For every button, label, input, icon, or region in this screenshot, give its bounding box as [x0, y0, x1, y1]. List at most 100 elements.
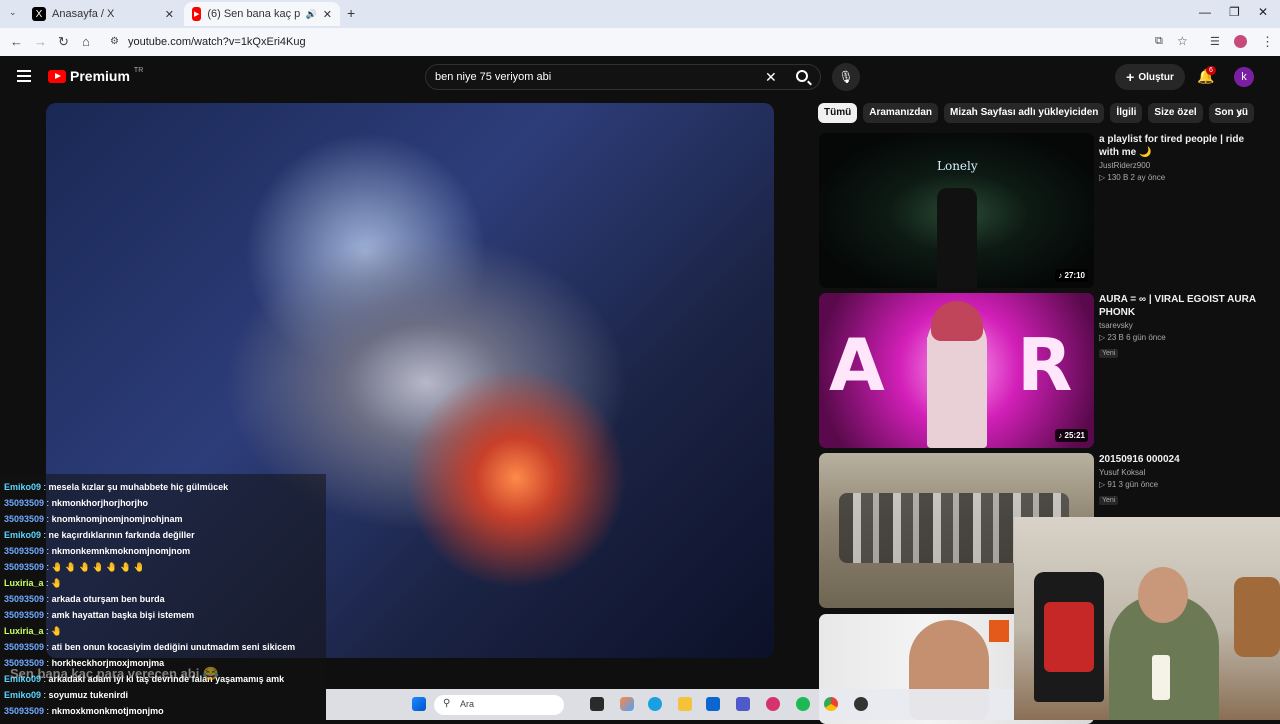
outlook-icon[interactable] — [706, 697, 720, 711]
chip-from-search[interactable]: Aramanızdan — [863, 103, 939, 123]
close-tab-icon[interactable]: ✕ — [323, 8, 332, 21]
chat-username: Luxiria_a — [4, 578, 44, 588]
tab-title: Anasayfa / X — [52, 8, 115, 20]
chat-username: Emiko09 — [4, 482, 42, 492]
browser-menu-icon[interactable]: ⋮ — [1261, 34, 1274, 50]
url-field[interactable]: youtube.com/watch?v=1kQxEri4Kug — [128, 36, 306, 48]
minimize-icon[interactable]: — — [1199, 5, 1211, 19]
opera-icon[interactable] — [766, 697, 780, 711]
cup — [1152, 655, 1170, 700]
video-title[interactable]: AURA = ∞ | VIRAL EGOIST AURA PHONK — [1099, 293, 1259, 319]
youtube-play-icon — [48, 69, 66, 83]
channel-name[interactable]: Yusuf Koksal — [1099, 468, 1259, 477]
profile-icon[interactable] — [1234, 35, 1247, 48]
taskbar-search[interactable]: ⚲ Ara — [434, 695, 564, 715]
filter-chips: Tümü Aramanızdan Mizah Sayfası adlı yükl… — [818, 103, 1258, 123]
recommended-video[interactable]: AURA ♪ 25:21 AURA = ∞ | VIRAL EGOIST AUR… — [819, 293, 1259, 448]
install-icon[interactable]: ⧉ — [1155, 35, 1163, 48]
chat-separator: : — [41, 530, 49, 540]
maximize-icon[interactable]: ❐ — [1229, 5, 1240, 19]
video-stats: ▷ 130 B 2 ay önce — [1099, 173, 1166, 182]
chat-text: amk hayattan başka bişi istemem — [51, 610, 195, 620]
close-tab-icon[interactable]: ✕ — [165, 8, 174, 21]
chat-separator: : — [43, 578, 52, 588]
clear-search-icon[interactable]: ✕ — [765, 69, 777, 86]
media-control-icon[interactable]: ☰ — [1210, 35, 1220, 48]
sofa — [1234, 577, 1280, 657]
search-box[interactable]: ben niye 75 veriyom abi ✕ — [425, 64, 821, 90]
chat-message: Emiko09 : ne kaçırdıklarının farkında de… — [4, 530, 195, 540]
webcam-overlay — [1014, 517, 1280, 720]
chrome-icon[interactable] — [824, 697, 838, 711]
copilot-icon[interactable] — [620, 697, 634, 711]
chat-message: 35093509 : knomknomjnomjnomjnohjnam — [4, 514, 183, 524]
chevron-right-icon[interactable]: › — [1238, 106, 1242, 120]
video-thumbnail[interactable]: Lonely ♪ 27:10 — [819, 133, 1094, 288]
windows-start-icon[interactable] — [412, 697, 426, 711]
chat-separator: : — [41, 690, 49, 700]
forward-icon[interactable]: → — [34, 34, 47, 49]
duration-badge: ♪ 27:10 — [1055, 269, 1088, 282]
spotify-icon[interactable] — [796, 697, 810, 711]
chip-for-you[interactable]: Size özel — [1148, 103, 1203, 123]
chip-related[interactable]: İlgili — [1110, 103, 1143, 123]
chat-text: nkmonkhorjhorjhorjho — [51, 498, 149, 508]
chat-text: soyumuz tukenirdi — [48, 690, 129, 700]
new-tab-icon[interactable]: + — [347, 5, 355, 21]
search-icon[interactable] — [796, 70, 808, 82]
chat-text: ne kaçırdıklarının farkında değiller — [48, 530, 195, 540]
youtube-logo[interactable]: Premium TR — [48, 67, 143, 84]
chip-recent[interactable]: Son yü — [1208, 103, 1255, 123]
video-meta: a playlist for tired people | ride with … — [1099, 133, 1259, 182]
hamburger-menu-icon[interactable] — [17, 70, 31, 82]
microphone-icon[interactable]: 🎙 — [832, 63, 860, 91]
plus-icon: + — [1126, 69, 1135, 85]
tab-youtube[interactable]: ▶ (6) Sen bana kaç para verec 🔊 ✕ — [184, 2, 340, 26]
chat-username: 35093509 — [4, 642, 45, 652]
orange-block — [989, 620, 1009, 642]
home-icon[interactable]: ⌂ — [82, 34, 90, 49]
search-input[interactable]: ben niye 75 veriyom abi — [435, 71, 551, 83]
chat-text: 🤚 🤚 🤚 🤚 🤚 🤚 🤚 — [51, 562, 146, 572]
chat-separator: : — [41, 482, 49, 492]
chat-username: 35093509 — [4, 562, 45, 572]
recommended-video[interactable]: Lonely ♪ 27:10 a playlist for tired peop… — [819, 133, 1259, 288]
chat-separator: : — [44, 610, 52, 620]
avatar[interactable]: k — [1234, 67, 1254, 87]
teams-icon[interactable] — [736, 697, 750, 711]
task-view-icon[interactable] — [590, 697, 604, 711]
edge-icon[interactable] — [648, 697, 662, 711]
chat-separator: : — [44, 594, 52, 604]
create-button[interactable]: + Oluştur — [1115, 64, 1185, 90]
tab-list-chevron-icon[interactable]: ⌄ — [9, 7, 17, 18]
channel-name[interactable]: tsarevsky — [1099, 321, 1259, 330]
notification-count-badge: 6 — [1206, 66, 1216, 75]
channel-name[interactable]: JustRiderz900 — [1099, 161, 1259, 170]
file-explorer-icon[interactable] — [678, 697, 692, 711]
back-icon[interactable]: ← — [10, 34, 23, 49]
speaker-icon[interactable]: 🔊 — [306, 9, 317, 20]
chat-message: 35093509 : amk hayattan başka bişi istem… — [4, 610, 194, 620]
site-info-icon[interactable]: ⚙ — [110, 36, 119, 47]
reload-icon[interactable]: ↻ — [58, 34, 69, 50]
bookmark-star-icon[interactable]: ☆ — [1177, 34, 1188, 48]
video-title[interactable]: 20150916 000024 — [1099, 453, 1259, 466]
close-window-icon[interactable]: ✕ — [1258, 5, 1268, 19]
gaming-chair — [1034, 572, 1104, 702]
logo-text: Premium — [70, 68, 130, 84]
chat-text: mesela kızlar şu muhabbete hiç gülmücek — [48, 482, 229, 492]
video-title[interactable]: a playlist for tired people | ride with … — [1099, 133, 1259, 159]
chat-message: 35093509 : nkmonkemnkmoknomjnomjnom — [4, 546, 190, 556]
obs-icon[interactable] — [854, 697, 868, 711]
chat-message: 35093509 : ati ben onun kocasiyim dediği… — [4, 642, 295, 652]
chip-all[interactable]: Tümü — [818, 103, 858, 123]
tab-x[interactable]: X Anasayfa / X ✕ — [24, 2, 182, 26]
chat-text: 🤚 — [51, 626, 63, 636]
chat-message: Luxiria_a : 🤚 — [4, 626, 62, 637]
new-badge: Yeni — [1099, 496, 1119, 505]
x-logo-icon: X — [32, 7, 46, 21]
youtube-icon: ▶ — [192, 7, 202, 21]
windows-taskbar: ⚲ Ara — [326, 689, 1014, 720]
chip-uploader[interactable]: Mizah Sayfası adlı yükleyiciden — [944, 103, 1105, 123]
video-thumbnail[interactable]: AURA ♪ 25:21 — [819, 293, 1094, 448]
